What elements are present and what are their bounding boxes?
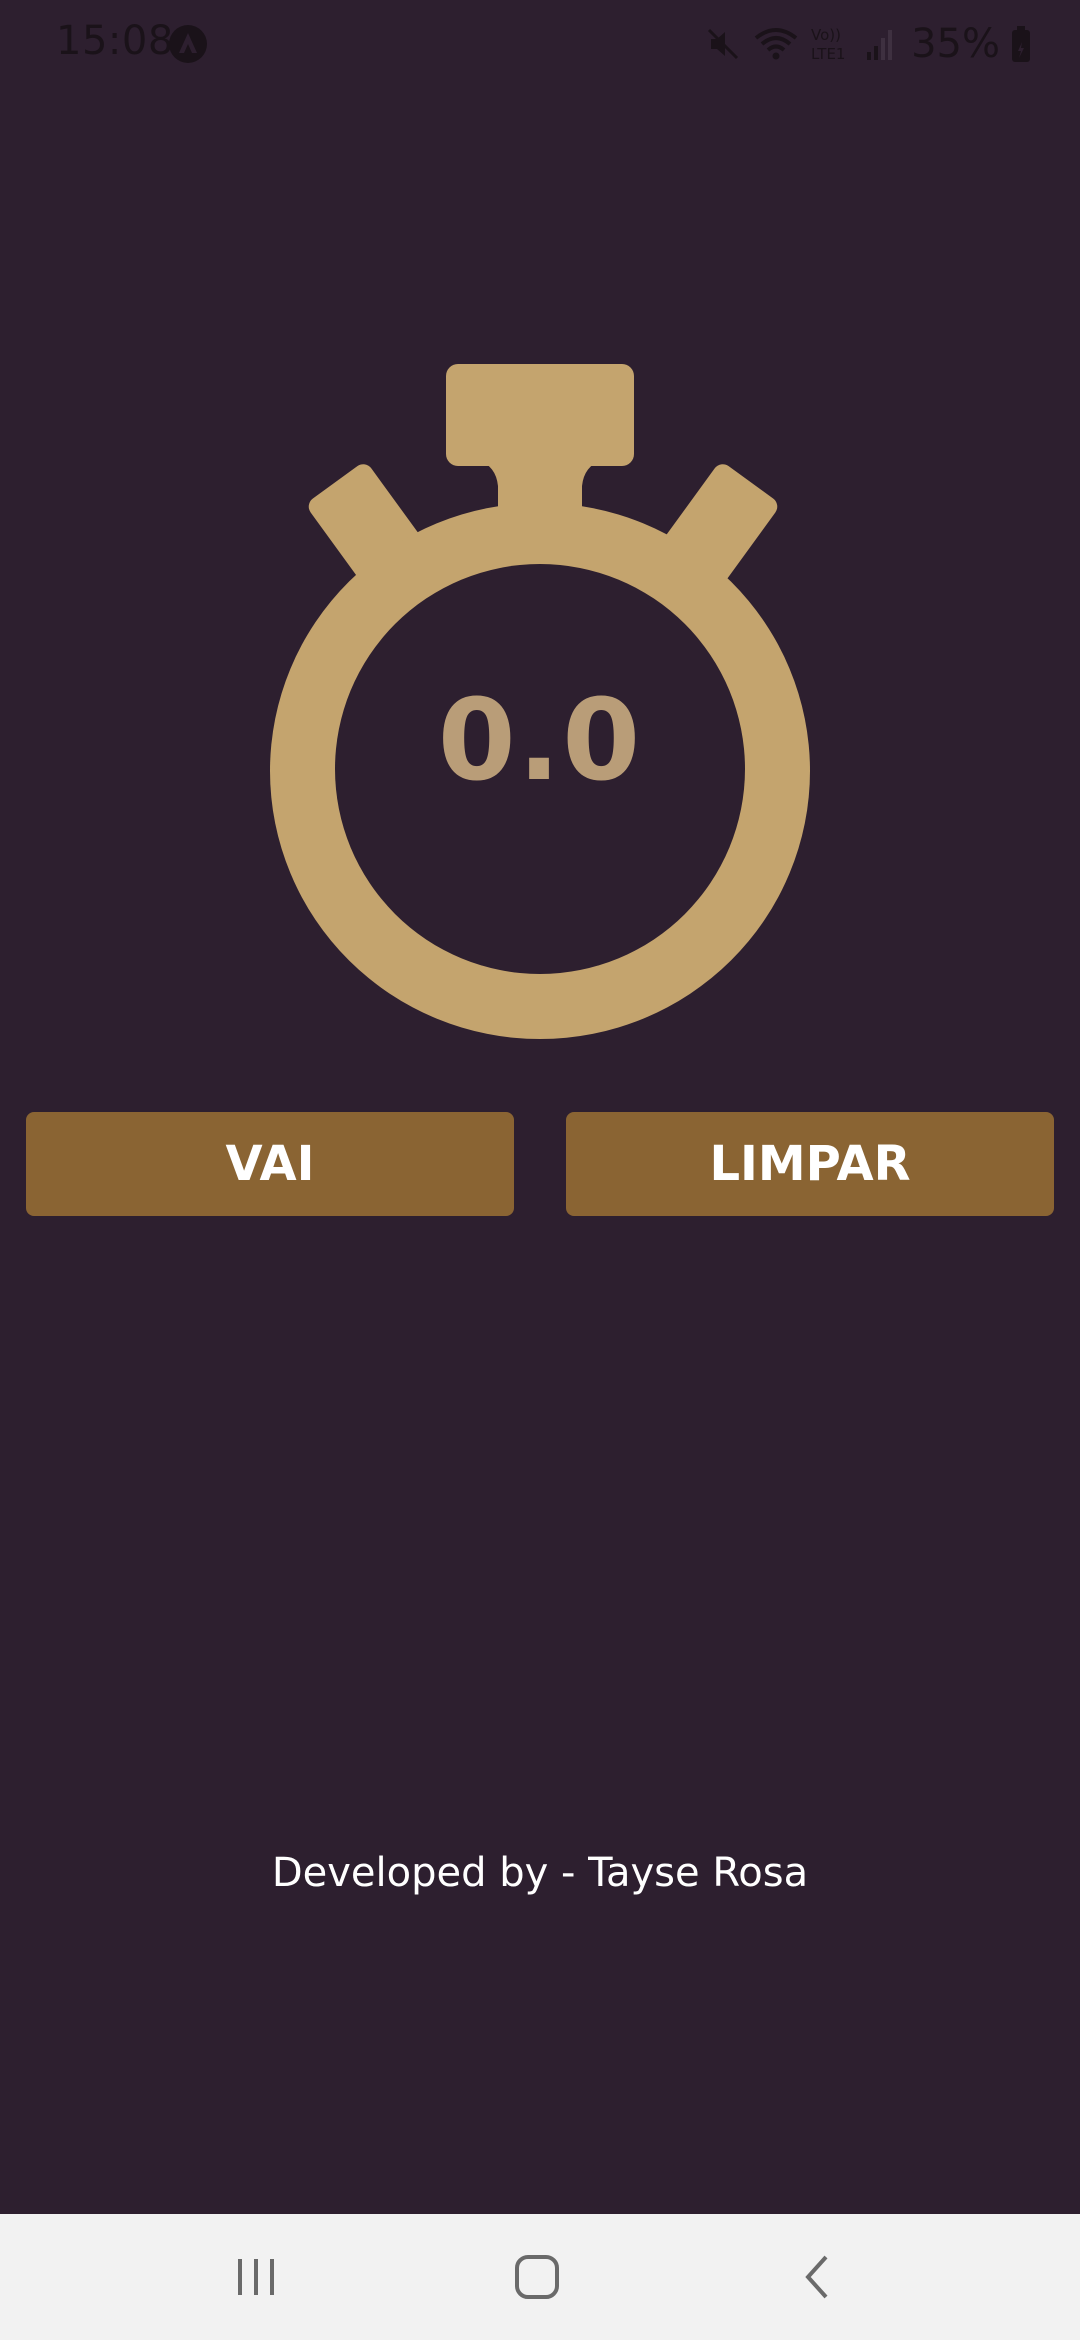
developer-credit: Developed by - Tayse Rosa bbox=[271, 1850, 809, 1896]
lte-label-bottom: LTE1 bbox=[811, 45, 845, 63]
clear-button[interactable]: LIMPAR bbox=[566, 1112, 1054, 1216]
recents-icon bbox=[238, 2259, 274, 2295]
back-button[interactable] bbox=[778, 2242, 858, 2312]
wifi-icon bbox=[754, 28, 798, 60]
mute-icon bbox=[708, 28, 739, 60]
stopwatch: 0.0 bbox=[262, 356, 818, 1040]
home-button[interactable] bbox=[497, 2242, 577, 2312]
navigation-bar bbox=[0, 2214, 1080, 2340]
app-notification-icon bbox=[169, 25, 207, 63]
status-bar: 15:08 Vo)) LTE1 35% bbox=[0, 0, 1080, 86]
battery-icon bbox=[1012, 26, 1030, 62]
back-icon bbox=[805, 2255, 828, 2299]
signal-icon bbox=[867, 30, 893, 60]
status-time: 15:08 bbox=[56, 18, 174, 64]
lte-label-top: Vo)) bbox=[811, 26, 841, 44]
timer-value: 0.0 bbox=[437, 676, 643, 806]
status-icons: Vo)) LTE1 35% bbox=[703, 18, 1032, 70]
home-icon bbox=[515, 2255, 559, 2299]
start-button[interactable]: VAI bbox=[26, 1112, 514, 1216]
recents-button[interactable] bbox=[216, 2242, 296, 2312]
battery-percentage: 35% bbox=[911, 21, 1000, 67]
lte-icon: Vo)) LTE1 bbox=[811, 26, 845, 63]
